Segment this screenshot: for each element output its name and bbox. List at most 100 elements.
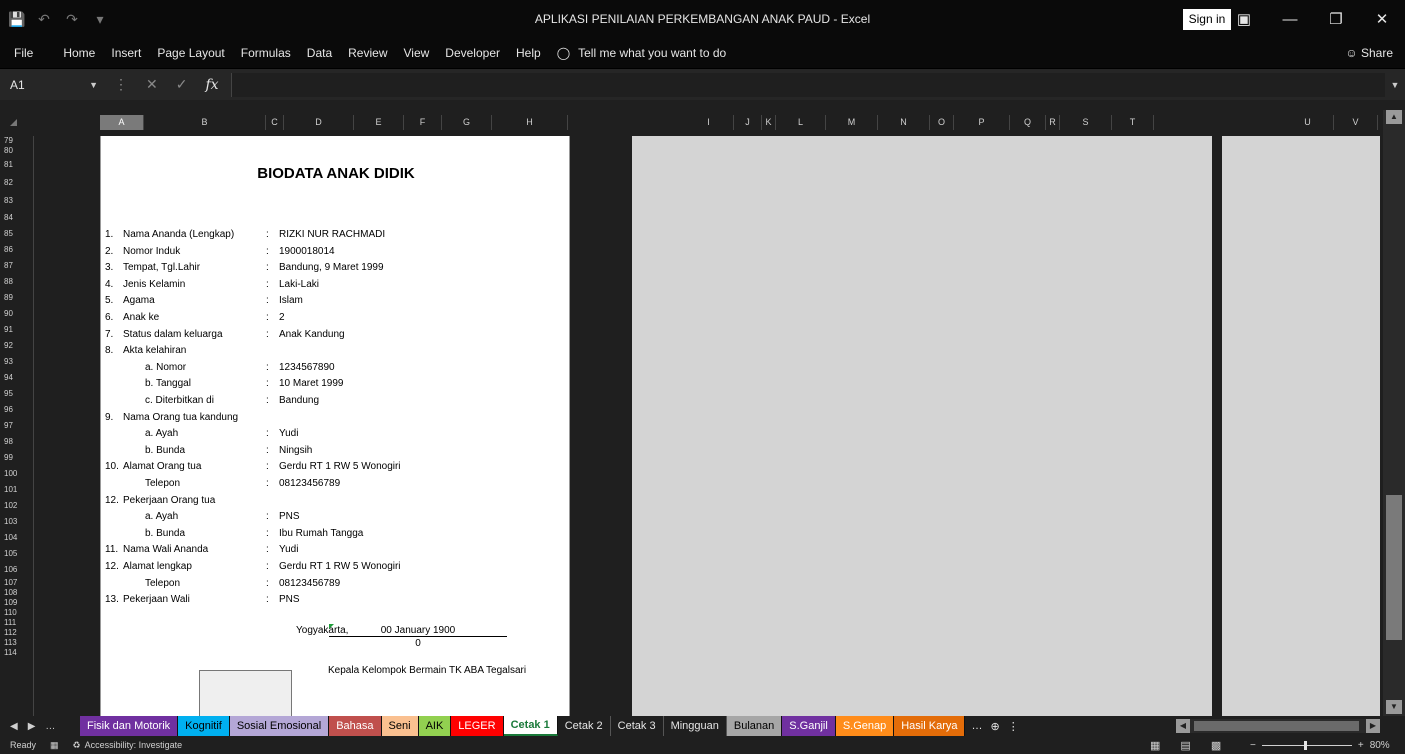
tab-developer[interactable]: Developer [437, 46, 508, 60]
field-value[interactable]: 08123456789 [279, 576, 340, 592]
row-header[interactable]: 105 [0, 546, 33, 562]
row-header[interactable]: 85 [0, 226, 33, 242]
row-header[interactable]: 81 [0, 156, 33, 174]
zoom-out-icon[interactable]: − [1250, 740, 1256, 751]
close-icon[interactable]: ✕ [1359, 10, 1405, 28]
row-header[interactable]: 86 [0, 242, 33, 258]
zoom-slider-knob[interactable] [1303, 740, 1307, 750]
column-header[interactable]: M [826, 115, 878, 130]
row-header[interactable]: 90 [0, 306, 33, 322]
row-header[interactable]: 83 [0, 192, 33, 210]
column-header[interactable]: L [776, 115, 826, 130]
row-header[interactable]: 103 [0, 514, 33, 530]
more-tabs-icon[interactable]: … [971, 720, 982, 732]
tab-insert[interactable]: Insert [103, 46, 149, 60]
row-header[interactable]: 95 [0, 386, 33, 402]
sheet-tab[interactable]: S.Genap [835, 716, 895, 736]
field-value[interactable]: RIZKI NUR RACHMADI [279, 227, 385, 243]
restore-icon[interactable]: ❐ [1313, 10, 1359, 28]
column-header[interactable]: T [1112, 115, 1154, 130]
column-header[interactable]: H [492, 115, 568, 130]
column-header[interactable]: N [878, 115, 930, 130]
row-header[interactable]: 108 [0, 588, 33, 598]
row-header[interactable]: 87 [0, 258, 33, 274]
column-header[interactable]: D [284, 115, 354, 130]
save-icon[interactable]: 💾 [8, 11, 25, 28]
field-value[interactable]: Laki-Laki [279, 277, 319, 293]
row-header[interactable]: 107 [0, 578, 33, 588]
select-all-corner[interactable] [10, 119, 17, 126]
row-header[interactable]: 101 [0, 482, 33, 498]
column-header[interactable]: I [684, 115, 734, 130]
enter-icon[interactable]: ✓ [176, 76, 188, 93]
column-header[interactable]: V [1334, 115, 1378, 130]
add-sheet-icon[interactable]: ⊕ [990, 720, 999, 733]
expand-formula-bar-icon[interactable]: ▼ [1385, 80, 1405, 90]
hscroll-thumb[interactable] [1194, 721, 1359, 731]
row-header[interactable]: 80 [0, 146, 33, 156]
column-header[interactable]: C [266, 115, 284, 130]
tell-me-box[interactable]: ◯ Tell me what you want to do [557, 46, 727, 60]
column-header[interactable]: Q [1010, 115, 1046, 130]
row-header[interactable]: 106 [0, 562, 33, 578]
field-value[interactable]: Gerdu RT 1 RW 5 Wonogiri [279, 559, 401, 575]
field-value[interactable]: Ningsih [279, 443, 312, 459]
sheet-tab[interactable]: Kognitif [178, 716, 230, 736]
tab-home[interactable]: Home [55, 46, 103, 60]
row-header[interactable]: 88 [0, 274, 33, 290]
cancel-icon[interactable]: ✕ [146, 76, 158, 93]
column-header[interactable]: E [354, 115, 404, 130]
sheet-tab[interactable]: Cetak 2 [557, 716, 611, 736]
tab-view[interactable]: View [396, 46, 438, 60]
scroll-right-icon[interactable]: ▶ [1366, 719, 1380, 733]
vertical-scrollbar[interactable]: ▲ ▼ [1383, 110, 1405, 716]
column-header[interactable]: G [442, 115, 492, 130]
row-header[interactable]: 104 [0, 530, 33, 546]
field-value[interactable]: PNS [279, 592, 300, 608]
row-header[interactable]: 99 [0, 450, 33, 466]
accessibility-icon[interactable]: ♻ [59, 740, 81, 751]
scroll-thumb[interactable] [1386, 495, 1402, 640]
customize-icon[interactable]: ▾ [92, 11, 108, 28]
field-value[interactable]: PNS [279, 509, 300, 525]
column-header[interactable]: U [1282, 115, 1334, 130]
field-value[interactable]: Bandung [279, 393, 319, 409]
row-header[interactable]: 93 [0, 354, 33, 370]
horizontal-scrollbar[interactable]: ◀ ▶ [1176, 719, 1380, 733]
more-options-icon[interactable]: ⋮ [1008, 720, 1019, 733]
field-value[interactable]: Ibu Rumah Tangga [279, 526, 363, 542]
row-header[interactable]: 97 [0, 418, 33, 434]
field-value[interactable]: 08123456789 [279, 476, 340, 492]
row-header[interactable]: 110 [0, 608, 33, 618]
column-header[interactable]: J [734, 115, 762, 130]
sheet-tab[interactable]: Cetak 3 [610, 716, 664, 736]
field-value[interactable]: 10 Maret 1999 [279, 376, 344, 392]
next-sheet-icon[interactable]: ▶ [28, 721, 36, 732]
row-header[interactable]: 111 [0, 618, 33, 628]
column-header[interactable]: A [100, 115, 144, 130]
row-header[interactable]: 82 [0, 174, 33, 192]
field-value[interactable]: Yudi [279, 542, 298, 558]
row-header[interactable]: 89 [0, 290, 33, 306]
row-header[interactable]: 92 [0, 338, 33, 354]
date-zero-value[interactable]: 0 [331, 638, 505, 649]
column-header[interactable]: O [930, 115, 954, 130]
more-options-icon[interactable]: ⋮ [114, 76, 128, 93]
macro-record-icon[interactable]: ▦ [36, 740, 59, 751]
prev-sheet-icon[interactable]: ◀ [10, 721, 18, 732]
row-header[interactable]: 91 [0, 322, 33, 338]
scroll-up-icon[interactable]: ▲ [1386, 110, 1402, 124]
column-header[interactable]: F [404, 115, 442, 130]
field-value[interactable]: 1234567890 [279, 360, 335, 376]
undo-icon[interactable]: ↶ [36, 11, 52, 28]
photo-placeholder[interactable] [199, 670, 292, 716]
row-header[interactable]: 94 [0, 370, 33, 386]
zoom-level[interactable]: 80% [1370, 740, 1390, 751]
row-header[interactable]: 113 [0, 638, 33, 648]
page-layout-view-icon[interactable]: ▤ [1180, 739, 1190, 752]
tab-data[interactable]: Data [299, 46, 340, 60]
column-header[interactable]: S [1060, 115, 1112, 130]
insert-function-icon[interactable]: fx [205, 77, 218, 93]
normal-view-icon[interactable]: ▦ [1150, 739, 1160, 752]
tab-file[interactable]: File [0, 46, 55, 60]
